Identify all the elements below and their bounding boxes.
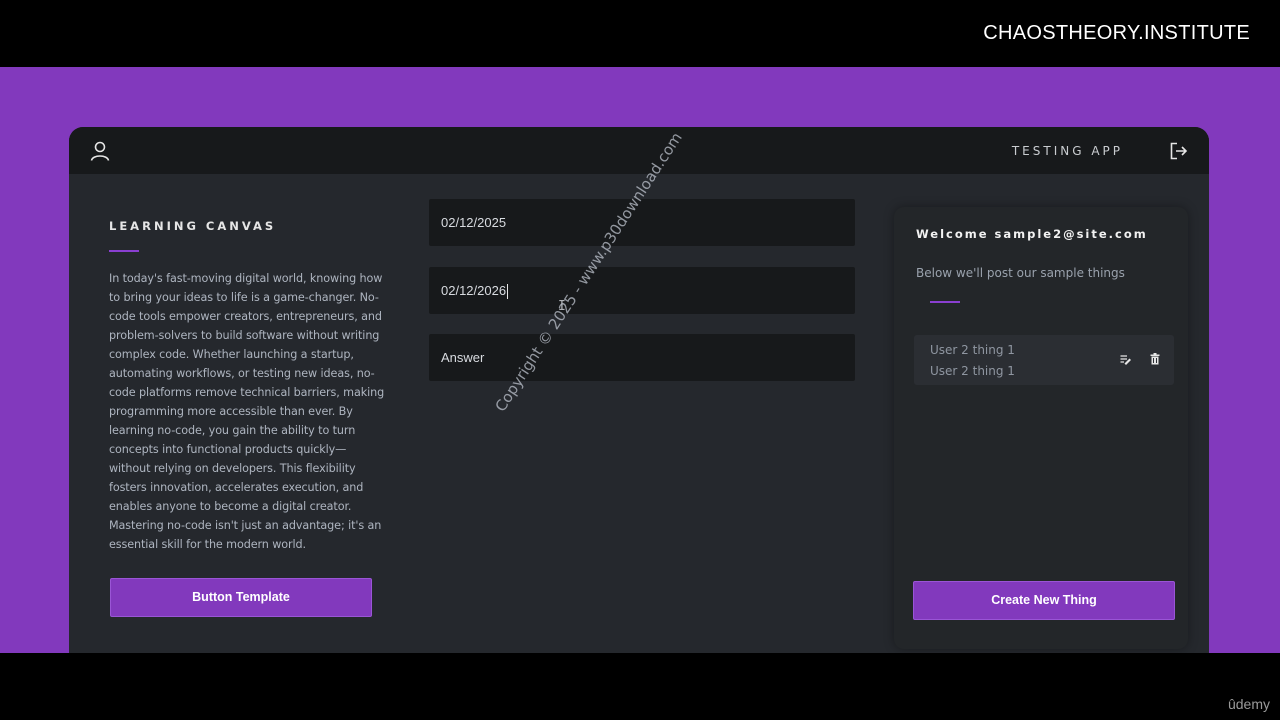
intro-paragraph: In today's fast-moving digital world, kn… xyxy=(109,272,385,551)
video-bottom-bar: ûdemy xyxy=(0,653,1280,720)
end-date-value: 02/12/2026 xyxy=(441,283,507,298)
app-name: TESTING APP xyxy=(1011,144,1123,158)
learning-canvas-section: LEARNING CANVAS In today's fast-moving d… xyxy=(109,219,387,554)
button-template[interactable]: Button Template xyxy=(110,578,372,617)
section-title: LEARNING CANVAS xyxy=(109,219,277,233)
text-caret xyxy=(507,284,509,300)
edit-icon[interactable] xyxy=(1120,354,1132,366)
things-panel: Welcome sample2@site.com Below we'll pos… xyxy=(894,207,1188,649)
panel-accent-divider xyxy=(930,301,960,303)
trash-icon[interactable] xyxy=(1150,353,1160,365)
stage-background: TESTING APP LEARNING CANVAS In today's f… xyxy=(0,67,1280,653)
app-window: TESTING APP LEARNING CANVAS In today's f… xyxy=(69,127,1209,653)
start-date-value: 02/12/2025 xyxy=(441,215,507,230)
thing-label: User 2 thing 1 xyxy=(930,343,1015,357)
accent-divider xyxy=(109,250,139,252)
platform-watermark: ûdemy xyxy=(1227,696,1270,712)
create-new-thing-button[interactable]: Create New Thing xyxy=(913,581,1175,620)
brand-watermark: CHAOSTHEORY.INSTITUTE xyxy=(983,22,1250,44)
answer-placeholder: Answer xyxy=(441,350,485,365)
app-header: TESTING APP xyxy=(69,127,1209,174)
logout-icon[interactable] xyxy=(1169,141,1189,161)
list-item: User 2 thing 1 User 2 thing 1 xyxy=(914,335,1174,385)
panel-subtitle: Below we'll post our sample things xyxy=(916,266,1125,280)
end-date-field[interactable]: 02/12/2026 xyxy=(429,267,855,314)
welcome-heading: Welcome sample2@site.com xyxy=(916,227,1148,241)
video-top-bar: CHAOSTHEORY.INSTITUTE xyxy=(0,0,1280,67)
thing-label: User 2 thing 1 xyxy=(930,364,1015,378)
user-icon[interactable] xyxy=(89,140,111,162)
answer-field[interactable]: Answer xyxy=(429,334,855,381)
